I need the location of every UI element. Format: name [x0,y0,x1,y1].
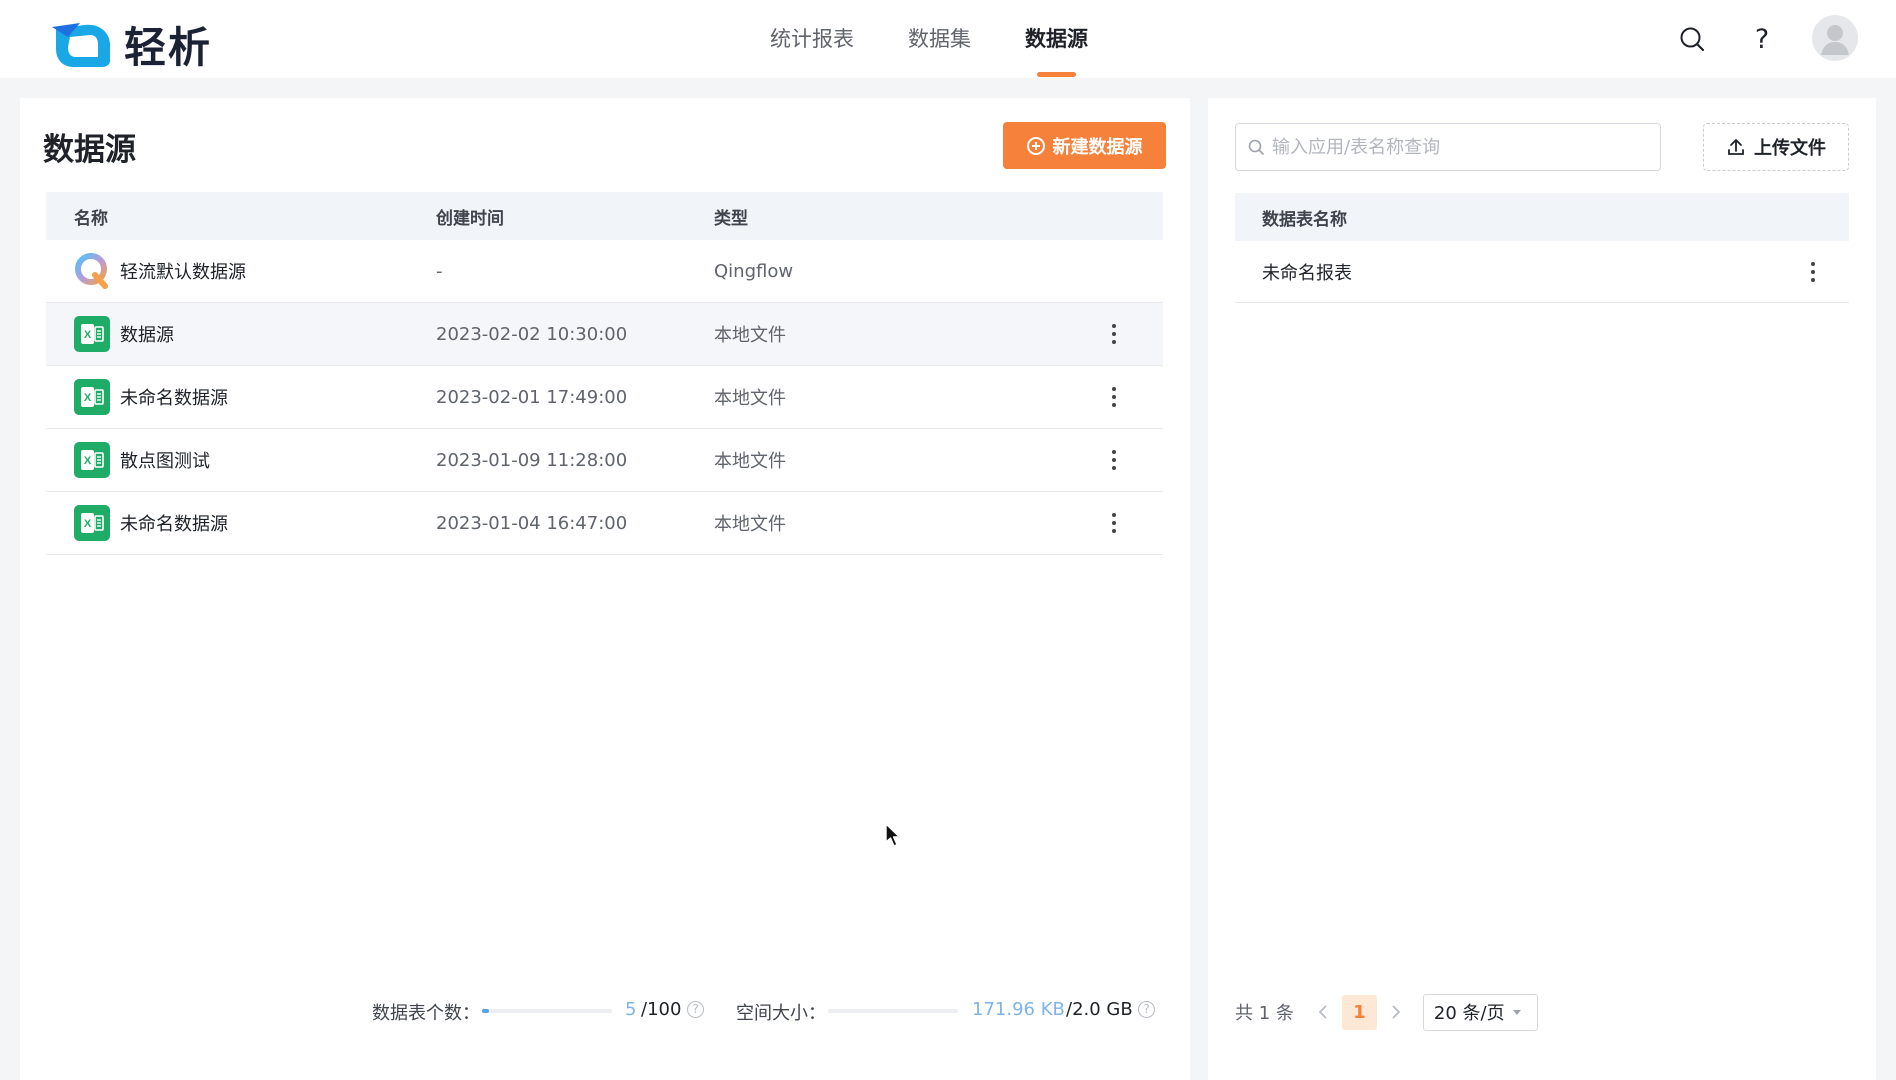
mouse-cursor-icon [885,823,901,847]
table-search[interactable] [1235,123,1661,171]
row-type: Qingflow [714,260,794,282]
main-nav: 统计报表 数据集 数据源 [770,0,1142,78]
pagination: 共 1 条 1 20 条/页 [1235,993,1538,1031]
help-circle-icon[interactable]: ? [687,1001,704,1018]
data-table-list: 数据表名称 未命名报表 [1235,193,1849,303]
table-count-max: /100 [641,999,682,1020]
upload-file-label: 上传文件 [1754,138,1826,159]
caret-down-icon [1512,1009,1521,1015]
tab-datasources[interactable]: 数据源 [1025,0,1088,78]
page-title: 数据源 [43,132,136,168]
add-circle-icon [1026,136,1045,155]
prev-page-icon[interactable] [1308,994,1338,1030]
table-row[interactable]: X 数据源 2023-02-02 10:30:00 本地文件 [46,303,1163,366]
row-name: 未命名数据源 [120,388,228,409]
row-type: 本地文件 [714,388,786,409]
excel-icon: X [74,505,110,541]
new-datasource-label: 新建数据源 [1052,136,1143,158]
table-row[interactable]: X 散点图测试 2023-01-09 11:28:00 本地文件 [46,429,1163,492]
row-name: 散点图测试 [120,451,210,472]
space-max: /2.0 GB [1066,999,1133,1020]
col-time: 创建时间 [436,208,504,229]
tab-reports[interactable]: 统计报表 [770,0,854,78]
search-icon[interactable] [1674,21,1710,57]
upload-icon [1728,139,1744,155]
table-count-bar [482,1009,612,1013]
help-circle-icon[interactable]: ? [1138,1001,1155,1018]
space-label: 空间大小： [736,1003,826,1024]
usage-stats: 数据表个数： 5 /100 ? 空间大小： 171.96 KB /2.0 GB … [20,996,1190,1026]
row-time: 2023-02-01 17:49:00 [436,386,628,408]
row-time: 2023-01-09 11:28:00 [436,449,628,471]
excel-icon: X [74,316,110,352]
app-name: 轻析 [124,23,213,72]
svg-text:X: X [84,455,92,467]
more-vertical-icon[interactable] [1104,511,1124,535]
datasource-table: 名称 创建时间 类型 轻流默认数据源 - Qingflow X 数据源 2023… [46,192,1163,555]
new-datasource-button[interactable]: 新建数据源 [1003,122,1166,169]
datasource-panel: 数据源 新建数据源 名称 创建时间 类型 轻流默认数据源 - Qingflow … [20,98,1190,1080]
table-count-label: 数据表个数： [372,1003,480,1024]
excel-icon: X [74,442,110,478]
page-size-select[interactable]: 20 条/页 [1422,993,1538,1031]
row-type: 本地文件 [714,325,786,346]
table-row[interactable]: 轻流默认数据源 - Qingflow [46,240,1163,303]
search-icon [1248,139,1264,155]
excel-icon: X [74,379,110,415]
row-name: 轻流默认数据源 [120,262,246,283]
next-page-icon[interactable] [1381,994,1411,1030]
app-logo[interactable]: 轻析 [50,14,212,75]
row-name: 数据源 [120,325,174,346]
search-input[interactable] [1272,136,1642,158]
list-item[interactable]: 未命名报表 [1235,241,1849,303]
top-navbar: 轻析 统计报表 数据集 数据源 ? [0,0,1896,78]
row-time: - [436,260,443,282]
more-vertical-icon[interactable] [1104,385,1124,409]
row-type: 本地文件 [714,451,786,472]
svg-text:X: X [84,518,92,530]
row-name: 未命名数据源 [120,514,228,535]
total-count: 共 1 条 [1235,1003,1294,1024]
upload-file-button[interactable]: 上传文件 [1703,123,1849,171]
help-icon[interactable]: ? [1744,21,1780,57]
col-type: 类型 [714,208,748,229]
space-bar [828,1009,958,1013]
svg-text:X: X [84,392,92,404]
table-list-panel: 上传文件 数据表名称 未命名报表 共 1 条 1 20 条/页 [1208,98,1876,1080]
more-vertical-icon[interactable] [1104,322,1124,346]
row-type: 本地文件 [714,514,786,535]
qingflow-icon [74,253,110,289]
avatar[interactable] [1812,15,1858,61]
page-size-value: 20 条/页 [1433,1003,1505,1024]
row-time: 2023-01-04 16:47:00 [436,512,628,534]
table-name: 未命名报表 [1262,262,1352,284]
space-value: 171.96 KB [972,999,1065,1020]
table-row[interactable]: X 未命名数据源 2023-02-01 17:49:00 本地文件 [46,366,1163,429]
table-count-value: 5 [625,999,637,1020]
page-number[interactable]: 1 [1341,994,1377,1030]
table-count-bar-fill [482,1009,489,1013]
table-row[interactable]: X 未命名数据源 2023-01-04 16:47:00 本地文件 [46,492,1163,555]
tab-datasets[interactable]: 数据集 [908,0,971,78]
row-time: 2023-02-02 10:30:00 [436,323,628,345]
col-name: 名称 [74,208,108,229]
more-vertical-icon[interactable] [1803,260,1823,284]
table-header: 名称 创建时间 类型 [46,192,1163,240]
more-vertical-icon[interactable] [1104,448,1124,472]
col-table-name: 数据表名称 [1235,193,1849,241]
logo-mark-icon [52,22,110,67]
svg-text:X: X [84,329,92,341]
